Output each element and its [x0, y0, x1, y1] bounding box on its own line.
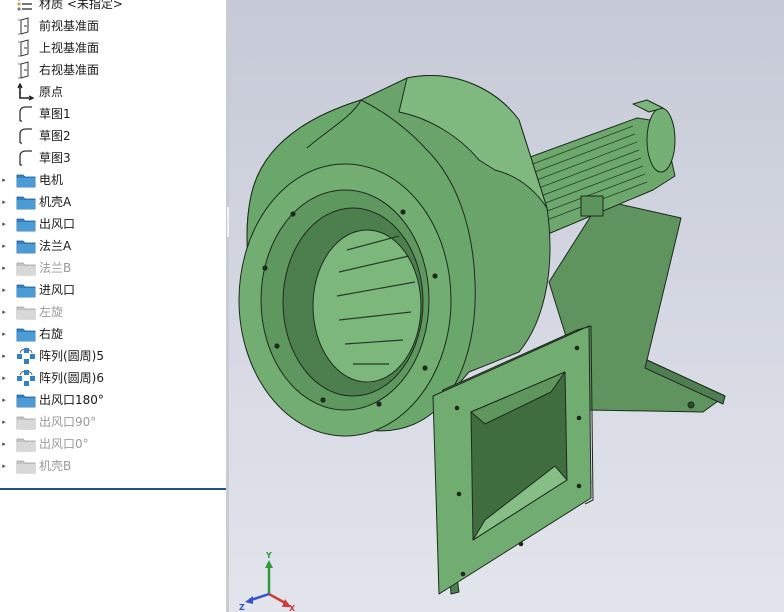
tree-item[interactable]: 材质 <未指定>: [0, 0, 226, 15]
folder-icon: [16, 391, 36, 409]
tree-item-label: 左旋: [39, 305, 64, 319]
sketch-icon: [16, 149, 34, 167]
tree-item[interactable]: ▸ 电机: [0, 169, 226, 191]
tree-item-label: 阵列(圆周)6: [39, 371, 104, 385]
expand-arrow-icon[interactable]: ▸: [0, 279, 8, 301]
tree-item[interactable]: 前视基准面: [0, 15, 226, 37]
tree-item-label: 草图1: [39, 107, 71, 121]
tree-item[interactable]: ▸ 右旋: [0, 323, 226, 345]
folder-icon: [16, 325, 36, 343]
expand-arrow-icon[interactable]: ▸: [0, 411, 8, 433]
folder-icon: [16, 457, 36, 475]
expand-arrow-icon[interactable]: ▸: [0, 389, 8, 411]
tree-item[interactable]: 草图3: [0, 147, 226, 169]
tree-item[interactable]: ▸ 法兰A: [0, 235, 226, 257]
tree-item[interactable]: ▸ 左旋: [0, 301, 226, 323]
tree-item-label: 出风口0°: [39, 437, 89, 451]
tree-item-label: 机壳B: [39, 459, 72, 473]
expand-arrow-icon[interactable]: ▸: [0, 433, 8, 455]
expand-arrow-icon[interactable]: ▸: [0, 367, 8, 389]
tree-item-label: 阵列(圆周)5: [39, 349, 104, 363]
tree-item[interactable]: 上视基准面: [0, 37, 226, 59]
material-icon: [16, 0, 34, 13]
view-triad[interactable]: Y X Z: [235, 552, 297, 612]
expand-arrow-icon[interactable]: ▸: [0, 191, 8, 213]
tree-item[interactable]: ▸ 法兰B: [0, 257, 226, 279]
expand-arrow-icon[interactable]: ▸: [0, 235, 8, 257]
tree-item-label: 上视基准面: [39, 41, 100, 55]
tree-item[interactable]: 草图2: [0, 125, 226, 147]
tree-item[interactable]: ▸ 进风口: [0, 279, 226, 301]
tree-item-label: 材质 <未指定>: [39, 0, 123, 11]
expand-arrow-icon[interactable]: ▸: [0, 301, 8, 323]
motor-end-cap: [646, 107, 676, 173]
tree-item[interactable]: ▸ 出风口: [0, 213, 226, 235]
folder-icon: [16, 171, 36, 189]
sketch-icon: [16, 127, 34, 145]
expand-arrow-icon[interactable]: ▸: [0, 213, 8, 235]
y-axis-label: Y: [265, 552, 272, 560]
tree-item-label: 右视基准面: [39, 63, 100, 77]
mount-hole: [687, 401, 695, 409]
tree-item-label: 出风口: [39, 217, 76, 231]
folder-icon: [16, 303, 36, 321]
tree-item-label: 法兰B: [39, 261, 72, 275]
tree-item[interactable]: ▸ 机壳A: [0, 191, 226, 213]
tree-item[interactable]: 右视基准面: [0, 59, 226, 81]
blower-fan-model: [238, 75, 726, 595]
tree-item[interactable]: ▸ 出风口0°: [0, 433, 226, 455]
expand-arrow-icon[interactable]: ▸: [0, 323, 8, 345]
tree-item-label: 机壳A: [39, 195, 72, 209]
tree-item[interactable]: 草图1: [0, 103, 226, 125]
tree-item[interactable]: ▸ 阵列(圆周)6: [0, 367, 226, 389]
folder-icon: [16, 237, 36, 255]
tree-item-label: 草图2: [39, 129, 71, 143]
tree-item-label: 草图3: [39, 151, 71, 165]
folder-icon: [16, 193, 36, 211]
tree-item-label: 右旋: [39, 327, 64, 341]
plane-icon: [16, 61, 34, 79]
tree-item[interactable]: 原点: [0, 81, 226, 103]
expand-arrow-icon[interactable]: ▸: [0, 345, 8, 367]
z-axis-label: Z: [239, 603, 245, 612]
expand-arrow-icon[interactable]: ▸: [0, 257, 8, 279]
circular-pattern-icon: [16, 369, 35, 387]
tree-item-label: 法兰A: [39, 239, 72, 253]
plane-icon: [16, 17, 34, 35]
feature-manager-tree: 材质 <未指定> 前视基准面上视基准面右视基准面原点草图1 草图2 草图3 ▸ 电机 ▸ 机壳…: [0, 0, 226, 612]
tree-item-label: 出风口90°: [39, 415, 97, 429]
graphics-viewport[interactable]: Y X Z: [229, 0, 784, 612]
expand-arrow-icon[interactable]: ▸: [0, 169, 8, 191]
tree-item-label: 原点: [39, 85, 64, 99]
tree-item[interactable]: ▸ 出风口90°: [0, 411, 226, 433]
terminal-box: [580, 195, 604, 217]
folder-icon: [16, 259, 36, 277]
folder-icon: [16, 281, 36, 299]
expand-arrow-icon[interactable]: ▸: [0, 455, 8, 477]
tree-item-label: 出风口180°: [39, 393, 104, 407]
tree-item-label: 前视基准面: [39, 19, 100, 33]
folder-icon: [16, 435, 36, 453]
tree-item[interactable]: ▸ 出风口180°: [0, 389, 226, 411]
tree-item-label: 电机: [39, 173, 64, 187]
x-axis-label: X: [289, 604, 296, 612]
rollback-bar[interactable]: [0, 488, 226, 490]
origin-icon: [16, 82, 35, 101]
tree-item[interactable]: ▸ 阵列(圆周)5: [0, 345, 226, 367]
folder-icon: [16, 413, 36, 431]
folder-icon: [16, 215, 36, 233]
circular-pattern-icon: [16, 347, 35, 365]
tree-item-label: 进风口: [39, 283, 76, 297]
sketch-icon: [16, 105, 34, 123]
plane-icon: [16, 39, 34, 57]
tree-item[interactable]: ▸ 机壳B: [0, 455, 226, 477]
